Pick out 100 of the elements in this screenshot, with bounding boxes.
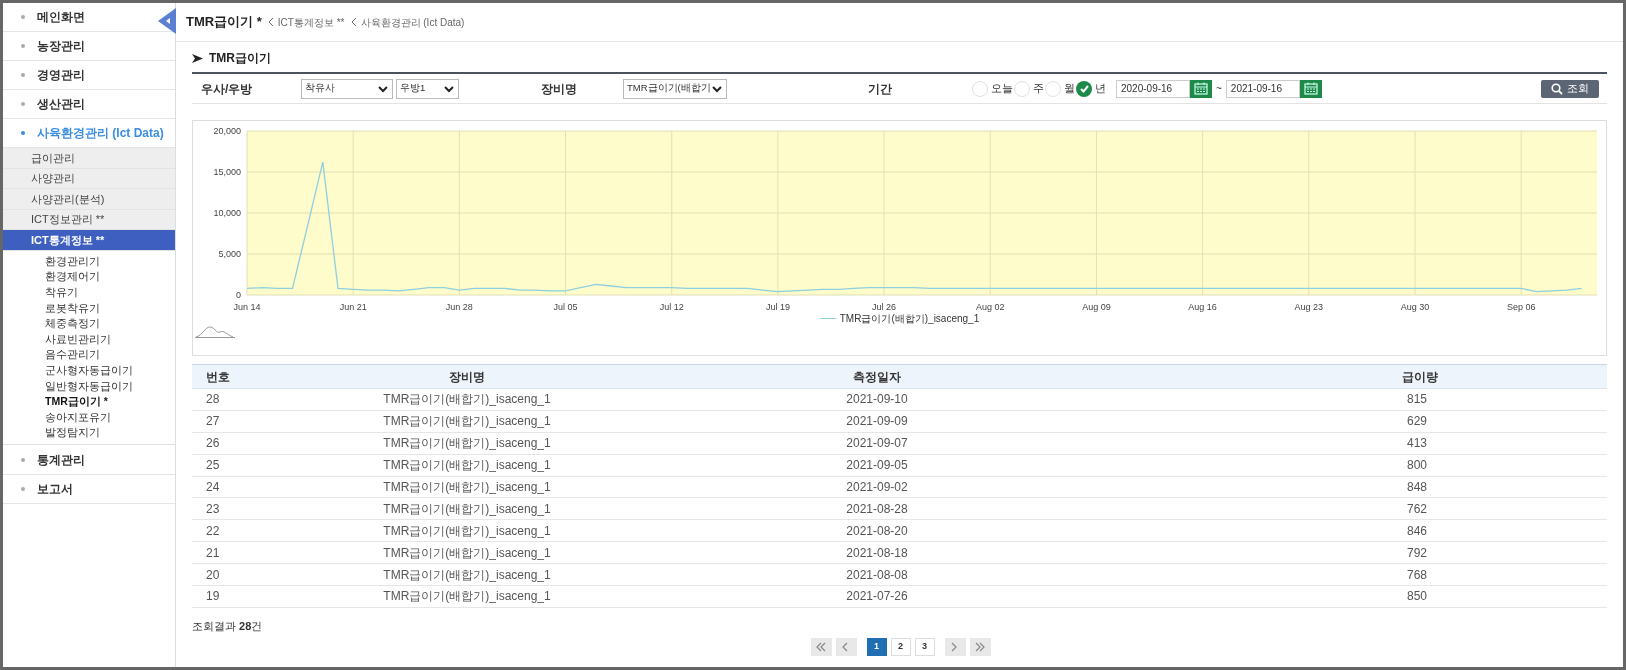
tree-item[interactable]: 발정탐지기	[3, 425, 175, 442]
table-cell-text: TMR급이기(배합기)_isaceng_1	[382, 544, 552, 562]
submenu-item[interactable]: 사양관리	[3, 168, 175, 190]
filter-label: 우사/우방	[200, 80, 254, 98]
radio-button[interactable]	[972, 80, 988, 97]
table-cell-text: TMR급이기(배합기)_isaceng_1	[382, 457, 552, 475]
last-page-button[interactable]	[969, 637, 991, 656]
date-separator: ~	[1216, 82, 1222, 96]
menu-item[interactable]: 보고서	[3, 475, 175, 504]
column-header: 측정일자	[852, 368, 902, 386]
prev-page-button[interactable]	[835, 637, 857, 656]
tree-item[interactable]: 로봇착유기	[3, 300, 175, 317]
submenu-item[interactable]: ICT통계정보 **	[3, 230, 175, 251]
room-select[interactable]: 우방1	[396, 78, 459, 99]
table-cell-text: 26	[205, 435, 221, 453]
menu-item[interactable]: 농장관리	[3, 32, 175, 60]
first-page-button[interactable]	[810, 637, 832, 656]
menu-item[interactable]: 경영관리	[3, 61, 175, 89]
tree-item[interactable]: 일반형자동급이기	[3, 378, 175, 395]
table-cell-text: 848	[1406, 479, 1429, 496]
table-cell-text: TMR급이기(배합기)_isaceng_1	[382, 500, 552, 518]
table-cell-text: TMR급이기(배합기)_isaceng_1	[382, 435, 552, 453]
table-cell-text: 413	[1406, 435, 1429, 453]
search-button[interactable]: 조회	[1541, 79, 1599, 98]
table-cell-text: 850	[1406, 588, 1429, 606]
table-cell-text: 27	[205, 413, 221, 431]
y-tick-label: 10,000	[213, 208, 241, 218]
filter-label: 장비명	[541, 80, 578, 98]
calendar-button[interactable]	[1299, 79, 1322, 98]
table-cell-text: 28	[205, 391, 221, 409]
chevron-left-icon	[267, 17, 274, 27]
radio-label: 년	[1095, 80, 1106, 96]
table-cell-text: 24	[205, 479, 221, 496]
barn-select[interactable]: 착유사	[301, 78, 393, 99]
navigator-icon	[194, 326, 236, 338]
table-cell-text: 2021-09-09	[845, 413, 909, 431]
menu-item[interactable]: 통계관리	[3, 446, 175, 475]
radio-label: 오늘	[991, 80, 1013, 96]
column-header: 급이량	[1401, 368, 1439, 386]
breadcrumb-link[interactable]: ICT통계정보 **	[277, 14, 345, 30]
tree-item[interactable]: 착유기	[3, 285, 175, 301]
tree-item[interactable]: 환경관리기	[3, 253, 175, 270]
table-cell-text: 25	[205, 457, 221, 475]
double-chevron-left-icon	[815, 641, 827, 652]
radio-label: 주	[1033, 80, 1044, 96]
table-cell-text: 629	[1406, 413, 1429, 431]
tree-item[interactable]: 환경제어기	[3, 269, 175, 286]
submenu-item[interactable]: 사양관리(분석)	[3, 189, 175, 210]
menu-item[interactable]: 메인화면	[3, 3, 153, 31]
page-button[interactable]: 3	[914, 637, 935, 656]
calendar-icon	[1194, 82, 1208, 95]
table-cell-text: 19	[205, 588, 221, 606]
column-header: 번호	[205, 368, 231, 386]
tree-item[interactable]: 음수관리기	[3, 347, 175, 364]
page-title: TMR급이기 *	[186, 13, 262, 32]
table-cell-text: TMR급이기(배합기)_isaceng_1	[382, 413, 552, 431]
date-field[interactable]: 2021-09-16	[1225, 79, 1300, 98]
radio-button[interactable]	[1076, 80, 1092, 97]
chevron-left-icon	[350, 17, 357, 27]
tree-item[interactable]: 군사형자동급이기	[3, 363, 175, 379]
radio-label: 월	[1064, 80, 1075, 96]
tree-item[interactable]: 사료빈관리기	[3, 331, 175, 348]
table-cell-text: TMR급이기(배합기)_isaceng_1	[382, 391, 552, 409]
table-cell-text: TMR급이기(배합기)_isaceng_1	[382, 479, 552, 496]
table-cell-text: TMR급이기(배합기)_isaceng_1	[382, 522, 552, 540]
radio-button[interactable]	[1014, 80, 1030, 97]
table-cell-text: 762	[1406, 500, 1429, 518]
page-button[interactable]: 1	[866, 637, 887, 656]
filter-label: 기간	[868, 80, 893, 98]
calendar-button[interactable]	[1190, 79, 1212, 98]
x-tick-label: Aug 23	[1294, 302, 1324, 312]
menu-item[interactable]: 생산관리	[3, 90, 175, 118]
radio-button[interactable]	[1045, 80, 1061, 97]
x-tick-label: Aug 09	[1082, 302, 1111, 312]
double-chevron-right-icon	[974, 641, 986, 652]
x-tick-label: Sep 06	[1506, 302, 1536, 312]
table-cell-text: 22	[205, 522, 221, 540]
table-cell-text: 2021-09-05	[845, 457, 909, 475]
x-tick-label: Jun 14	[233, 302, 261, 312]
table-cell-text: TMR급이기(배합기)_isaceng_1	[382, 566, 552, 584]
device-select[interactable]: TMR급이기(배합기	[623, 78, 727, 99]
table-cell-text: 768	[1406, 566, 1429, 584]
submenu-item[interactable]: ICT정보관리 **	[3, 209, 175, 231]
table-cell-text: 2021-08-28	[845, 500, 909, 518]
check-icon	[1078, 83, 1090, 94]
x-tick-label: Jul 26	[872, 302, 897, 312]
legend-label[interactable]: TMR급이기(배합기)_isaceng_1	[839, 311, 980, 326]
page-button[interactable]: 2	[890, 637, 911, 656]
x-tick-label: Jun 21	[339, 302, 367, 312]
breadcrumb-link[interactable]: 사육환경관리 (Ict Data)	[360, 14, 465, 30]
x-tick-label: Aug 16	[1188, 302, 1217, 312]
submenu-item[interactable]: 급이관리	[3, 148, 175, 169]
tree-item[interactable]: 송아지포유기	[3, 409, 175, 426]
tree-item[interactable]: TMR급이기 *	[3, 394, 175, 410]
x-tick-label: Jun 28	[445, 302, 473, 312]
next-page-button[interactable]	[944, 637, 966, 656]
date-field[interactable]: 2020-09-16	[1116, 79, 1190, 98]
column-header: 장비명	[448, 368, 486, 386]
x-tick-label: Jul 05	[553, 302, 578, 312]
tree-item[interactable]: 체중측정기	[3, 316, 175, 332]
